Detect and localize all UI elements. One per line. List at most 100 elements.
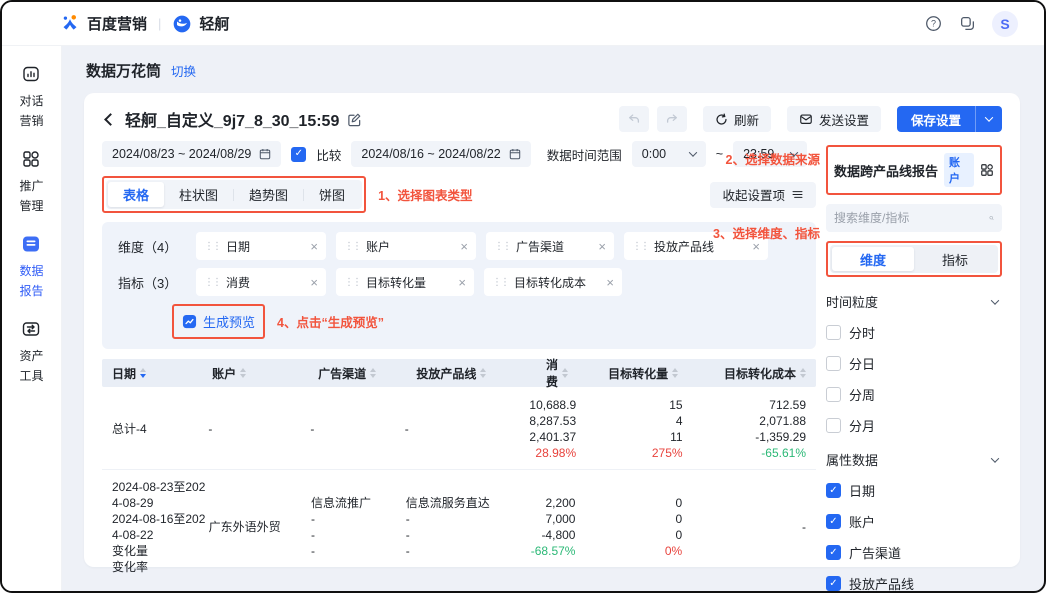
date-range-picker[interactable]: 2024/08/23 ~ 2024/08/29 [102,141,281,167]
checkbox[interactable] [826,387,841,402]
compare-label: 比较 [316,145,341,164]
checkbox-checked[interactable]: ✓ [826,576,841,591]
back-chevron-icon[interactable] [104,113,117,126]
tab-table[interactable]: 表格 [108,182,164,207]
option-weekly[interactable]: 分周 [826,385,1002,404]
option-channel[interactable]: ✓广告渠道 [826,543,1002,562]
edit-icon[interactable] [347,112,362,127]
apps-overlap-icon[interactable] [958,15,976,33]
header-cpa[interactable]: 目标转化成本 [690,365,816,382]
sidebar-item-promotion-management[interactable]: 推广 管理 [19,149,43,214]
close-icon[interactable]: × [310,275,318,290]
tab-trend-chart[interactable]: 趋势图 [234,182,303,207]
drag-handle-icon[interactable]: ⋮⋮ [344,277,360,288]
metric-chip[interactable]: ⋮⋮目标转化量× [336,268,474,296]
checkbox-checked[interactable]: ✓ [826,483,841,498]
compare-checkbox[interactable]: ✓ [291,147,306,162]
checkbox[interactable] [826,356,841,371]
annotation-step3: 3、选择维度、指标 [713,223,820,242]
metric-chip[interactable]: ⋮⋮消费× [196,268,326,296]
time-start-select[interactable]: 0:00 [632,141,706,167]
save-settings-button[interactable]: 保存设置 [897,106,1002,132]
dimension-chip[interactable]: ⋮⋮账户× [336,232,476,260]
option-hourly[interactable]: 分时 [826,323,1002,342]
dimension-chip[interactable]: ⋮⋮日期× [196,232,326,260]
report-title: 轻舸_自定义_9j7_8_30_15:59 [125,107,339,131]
cell-conversions: 15 4 11 275% [588,397,694,461]
cell-cost: 10,688.9 8,287.53 2,401.37 28.98% [529,397,588,461]
chart-type-tabs: 表格 柱状图 趋势图 饼图 [106,180,362,209]
sidebar-item-label: 营销 [19,113,43,129]
header-conversions[interactable]: 目标转化量 [580,365,690,382]
drag-handle-icon[interactable]: ⋮⋮ [632,241,648,252]
option-product-line[interactable]: ✓投放产品线 [826,574,1002,593]
tab-dimension[interactable]: 维度 [832,247,914,271]
header-date[interactable]: 日期 [102,365,212,382]
refresh-label: 刷新 [734,110,759,129]
option-account[interactable]: ✓账户 [826,512,1002,531]
table-row-detail[interactable]: 2024-08-23至2024-08-29 2024-08-16至2024-08… [102,470,816,581]
checkbox-checked[interactable]: ✓ [826,514,841,529]
send-settings-button[interactable]: 发送设置 [787,106,881,132]
section-attribute-data[interactable]: 属性数据 [826,450,1002,469]
drag-handle-icon[interactable]: ⋮⋮ [204,241,220,252]
header-product-line[interactable]: 投放产品线 [416,365,546,382]
checkbox-checked[interactable]: ✓ [826,545,841,560]
tab-bar-chart[interactable]: 柱状图 [164,182,233,207]
time-start-value: 0:00 [642,147,666,161]
cell-cpa: 712.59 2,071.88 -1,359.29 -65.61% [695,397,816,461]
metric-chip[interactable]: ⋮⋮ 目标转化成本 × [484,268,622,296]
header-account[interactable]: 账户 [212,365,318,382]
compare-range-picker[interactable]: 2024/08/16 ~ 2024/08/22 [351,141,530,167]
sort-icon [370,368,376,378]
brand-divider: | [158,16,161,31]
drag-handle-icon[interactable]: ⋮⋮ [344,241,360,252]
sidebar-item-asset-tools[interactable]: 资产 工具 [19,319,43,384]
cell-channel: - [310,397,404,461]
user-avatar[interactable]: S [992,11,1018,37]
switch-link[interactable]: 切换 [171,61,196,80]
data-source-selector[interactable]: 数据跨产品线报告 账户 [830,149,998,191]
option-label: 分时 [849,323,875,342]
redo-button[interactable] [657,106,687,132]
close-icon[interactable]: × [598,239,606,254]
save-settings-label: 保存设置 [897,110,975,129]
tab-pie-chart[interactable]: 饼图 [304,182,360,207]
search-input[interactable] [834,211,989,225]
close-icon[interactable]: × [458,275,466,290]
close-icon[interactable]: × [310,239,318,254]
drag-handle-icon[interactable]: ⋮⋮ [494,241,510,252]
sidebar-item-label: 数据 [19,263,43,279]
option-monthly[interactable]: 分月 [826,416,1002,435]
refresh-button[interactable]: 刷新 [703,106,771,132]
dimension-chip[interactable]: ⋮⋮广告渠道× [486,232,614,260]
header-channel[interactable]: 广告渠道 [318,365,416,382]
send-settings-label: 发送设置 [819,110,869,129]
option-date[interactable]: ✓日期 [826,481,1002,500]
header-cost[interactable]: 消费 [546,356,580,390]
checkbox[interactable] [826,418,841,433]
close-icon[interactable]: × [606,275,614,290]
collapse-settings-button[interactable]: 收起设置项 [710,182,816,208]
table-row-total[interactable]: 总计-4 - - - 10,688.9 8,287.53 2,401.37 28… [102,387,816,470]
generate-preview-button[interactable]: 生成预览 [176,308,261,335]
table-header-row: 日期 账户 广告渠道 投放产品线 消费 目标转化量 目标转化成本 [102,359,816,387]
grid-icon [21,149,41,174]
brand-secondary: 轻舸 [199,13,229,34]
drag-handle-icon[interactable]: ⋮⋮ [204,277,220,288]
undo-button[interactable] [619,106,649,132]
chip-label: 目标转化成本 [514,274,586,291]
save-dropdown-caret[interactable] [976,116,1002,122]
option-daily[interactable]: 分日 [826,354,1002,373]
tab-metric[interactable]: 指标 [914,247,996,271]
sidebar-item-dialog-marketing[interactable]: 对话 营销 [19,64,43,129]
sidebar-item-data-report[interactable]: 数据 报告 [19,234,43,299]
close-icon[interactable]: × [460,239,468,254]
help-icon[interactable]: ? [924,15,942,33]
refresh-icon [715,113,728,126]
chip-label: 投放产品线 [654,238,714,255]
drag-handle-icon[interactable]: ⋮⋮ [492,277,508,288]
section-time-granularity[interactable]: 时间粒度 [826,292,1002,311]
checkbox[interactable] [826,325,841,340]
grid-selector-icon[interactable] [980,163,994,177]
